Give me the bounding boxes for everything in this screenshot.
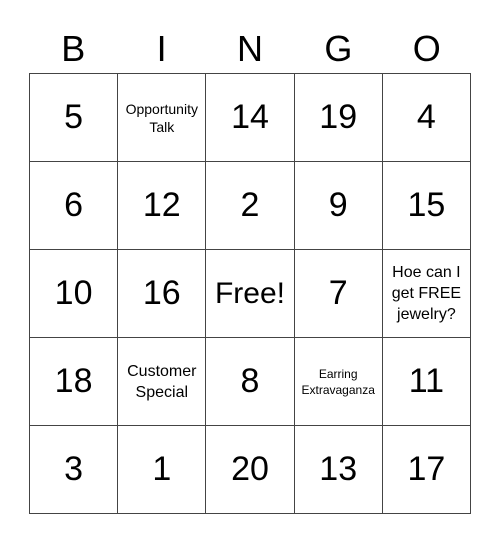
bingo-cell[interactable]: 11	[382, 338, 471, 426]
bingo-cell[interactable]: 8	[206, 338, 295, 426]
bingo-cell[interactable]: 5	[30, 74, 119, 162]
bingo-cell[interactable]: 7	[294, 250, 383, 338]
bingo-cell[interactable]: 1	[118, 426, 207, 514]
bingo-cell[interactable]: 19	[294, 74, 383, 162]
bingo-cell[interactable]: Customer Special	[118, 338, 207, 426]
bingo-cell[interactable]: 18	[30, 338, 119, 426]
bingo-cell[interactable]: 15	[382, 162, 471, 250]
bingo-cell[interactable]: 12	[118, 162, 207, 250]
bingo-header: B I N G O	[29, 24, 471, 74]
bingo-cell[interactable]: 14	[206, 74, 295, 162]
bingo-cell[interactable]: Opportunity Talk	[118, 74, 207, 162]
bingo-cell[interactable]: 13	[294, 426, 383, 514]
bingo-cell[interactable]: 10	[30, 250, 119, 338]
bingo-cell[interactable]: Hoe can I get FREE jewelry?	[382, 250, 471, 338]
bingo-cell[interactable]: Earring Extravaganza	[294, 338, 383, 426]
header-letter-b: B	[61, 28, 86, 69]
bingo-cell[interactable]: 3	[30, 426, 119, 514]
bingo-cell[interactable]: 9	[294, 162, 383, 250]
bingo-cell[interactable]: 2	[206, 162, 295, 250]
bingo-cell[interactable]: 16	[118, 250, 207, 338]
header-letter-g: G	[324, 28, 353, 69]
header-letter-n: N	[236, 28, 263, 69]
bingo-cell[interactable]: 6	[30, 162, 119, 250]
free-space-cell[interactable]: Free!	[206, 250, 295, 338]
bingo-cell[interactable]: 4	[382, 74, 471, 162]
bingo-cell[interactable]: 20	[206, 426, 295, 514]
header-letter-o: O	[412, 28, 441, 69]
bingo-cell[interactable]: 17	[382, 426, 471, 514]
bingo-card-grid: 5 Opportunity Talk 14 19 4 6 12 2 9 15 10 16 Free! 7 H…	[29, 73, 471, 514]
header-letter-i: I	[156, 28, 167, 69]
